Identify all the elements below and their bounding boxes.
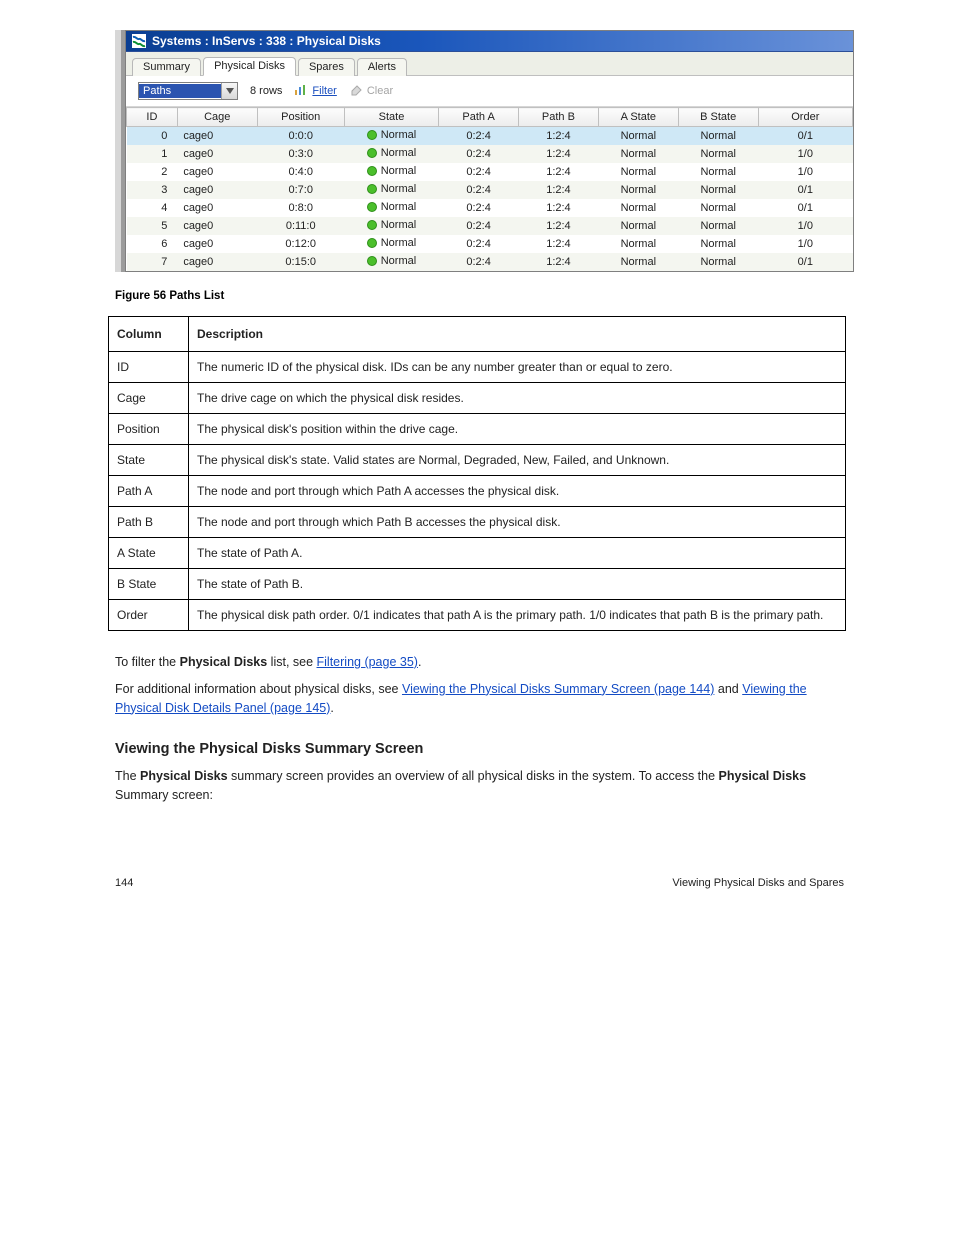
figure-caption: Figure 56 Paths List xyxy=(115,290,954,302)
tab-alerts[interactable]: Alerts xyxy=(357,58,407,76)
tab-summary[interactable]: Summary xyxy=(132,58,201,76)
row-count-label: 8 rows xyxy=(250,85,282,97)
filter-link[interactable]: Filter xyxy=(294,84,336,99)
descr-row: PositionThe physical disk's position wit… xyxy=(109,414,846,445)
col-path-b[interactable]: Path B xyxy=(519,108,599,127)
eraser-icon xyxy=(349,84,363,99)
link-summary-screen[interactable]: Viewing the Physical Disks Summary Scree… xyxy=(402,682,714,696)
status-led-icon xyxy=(367,184,377,194)
filter-link-label: Filter xyxy=(312,85,336,97)
column-description-table: Column Description IDThe numeric ID of t… xyxy=(108,316,846,631)
para-summary-intro: The Physical Disks summary screen provid… xyxy=(115,767,844,805)
col-id[interactable]: ID xyxy=(127,108,178,127)
footer-chapter: Viewing Physical Disks and Spares xyxy=(672,875,844,892)
table-row[interactable]: 3cage00:7:0Normal0:2:41:2:4NormalNormal0… xyxy=(127,181,853,199)
table-row[interactable]: 2cage00:4:0Normal0:2:41:2:4NormalNormal1… xyxy=(127,163,853,181)
section-heading: Viewing the Physical Disks Summary Scree… xyxy=(115,739,844,761)
col-a-state[interactable]: A State xyxy=(598,108,678,127)
descr-row: Path BThe node and port through which Pa… xyxy=(109,507,846,538)
col-path-a[interactable]: Path A xyxy=(439,108,519,127)
table-row[interactable]: 1cage00:3:0Normal0:2:41:2:4NormalNormal1… xyxy=(127,145,853,163)
status-led-icon xyxy=(367,256,377,266)
status-led-icon xyxy=(367,166,377,176)
chart-icon xyxy=(294,84,308,99)
tab-physical-disks[interactable]: Physical Disks xyxy=(203,57,296,76)
col-position[interactable]: Position xyxy=(257,108,344,127)
descr-row: OrderThe physical disk path order. 0/1 i… xyxy=(109,600,846,631)
page-number: 144 xyxy=(115,875,133,892)
window-titlebar: Systems : InServs : 338 : Physical Disks xyxy=(126,31,853,52)
table-row[interactable]: 5cage00:11:0Normal0:2:41:2:4NormalNormal… xyxy=(127,217,853,235)
filtering-link[interactable]: Filtering (page 35) xyxy=(317,655,418,669)
descr-row: B StateThe state of Path B. xyxy=(109,569,846,600)
filter-toolbar: Paths 8 rows Filter xyxy=(126,76,853,107)
col-b-state[interactable]: B State xyxy=(678,108,758,127)
disks-table: IDCagePositionStatePath APath BA StateB … xyxy=(126,107,853,271)
descr-head-column: Column xyxy=(109,317,189,352)
table-row[interactable]: 7cage00:15:0Normal0:2:41:2:4NormalNormal… xyxy=(127,253,853,271)
table-row[interactable]: 6cage00:12:0Normal0:2:41:2:4NormalNormal… xyxy=(127,235,853,253)
app-icon xyxy=(132,34,146,48)
descr-row: CageThe drive cage on which the physical… xyxy=(109,383,846,414)
tab-bar: SummaryPhysical DisksSparesAlerts xyxy=(126,52,853,76)
descr-row: StateThe physical disk's state. Valid st… xyxy=(109,445,846,476)
status-led-icon xyxy=(367,238,377,248)
col-order[interactable]: Order xyxy=(758,108,852,127)
screenshot: Systems : InServs : 338 : Physical Disks… xyxy=(115,30,854,272)
page-footer: 144 Viewing Physical Disks and Spares xyxy=(115,875,844,892)
dropdown-arrow-icon xyxy=(221,83,237,99)
clear-link-label: Clear xyxy=(367,85,393,97)
status-led-icon xyxy=(367,148,377,158)
descr-row: IDThe numeric ID of the physical disk. I… xyxy=(109,352,846,383)
window-title: Systems : InServs : 338 : Physical Disks xyxy=(152,34,381,48)
descr-head-description: Description xyxy=(189,317,846,352)
para-refs: For additional information about physica… xyxy=(115,680,844,718)
status-led-icon xyxy=(367,220,377,230)
col-state[interactable]: State xyxy=(344,108,438,127)
view-combo-selection: Paths xyxy=(139,84,221,98)
status-led-icon xyxy=(367,202,377,212)
col-cage[interactable]: Cage xyxy=(177,108,257,127)
status-led-icon xyxy=(367,130,377,140)
descr-row: A StateThe state of Path A. xyxy=(109,538,846,569)
descr-row: Path AThe node and port through which Pa… xyxy=(109,476,846,507)
clear-link: Clear xyxy=(349,84,393,99)
tab-spares[interactable]: Spares xyxy=(298,58,355,76)
table-row[interactable]: 4cage00:8:0Normal0:2:41:2:4NormalNormal0… xyxy=(127,199,853,217)
view-combo[interactable]: Paths xyxy=(138,82,238,100)
table-row[interactable]: 0cage00:0:0Normal0:2:41:2:4NormalNormal0… xyxy=(127,127,853,146)
para-filter: To filter the Physical Disks list, see F… xyxy=(115,653,844,672)
